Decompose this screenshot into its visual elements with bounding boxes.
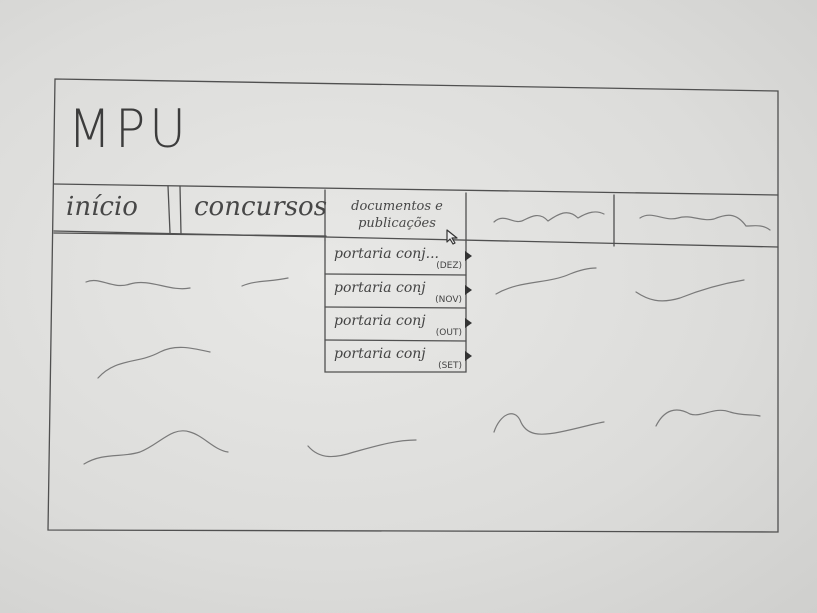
dropdown-item-label: portaria conj xyxy=(334,313,426,329)
dropdown-item-portaria-out[interactable]: portaria conj (OUT) xyxy=(332,309,472,339)
nav-placeholder-squiggle xyxy=(493,211,605,223)
dropdown-item-label: portaria conj... xyxy=(334,246,439,262)
content-squiggle xyxy=(655,409,761,427)
header-divider xyxy=(53,183,779,196)
triangle-right-icon xyxy=(465,285,472,295)
nav-item-inicio[interactable]: início xyxy=(66,194,138,220)
dropdown-divider xyxy=(324,273,467,276)
nav-separator xyxy=(179,185,182,235)
dropdown-item-month: (DEZ) xyxy=(436,261,462,271)
nav-item-documentos-label: documentos e publicações xyxy=(351,199,443,231)
dropdown-divider xyxy=(324,339,467,342)
content-squiggle xyxy=(635,279,745,302)
dropdown-item-portaria-nov[interactable]: portaria conj (NOV) xyxy=(332,276,472,306)
content-squiggle xyxy=(241,277,289,287)
dropdown-item-label: portaria conj xyxy=(334,346,426,362)
content-squiggle xyxy=(97,346,211,379)
nav-placeholder-squiggle xyxy=(639,214,771,231)
content-squiggle xyxy=(493,413,605,435)
content-squiggle xyxy=(85,280,191,290)
dropdown-item-portaria-set[interactable]: portaria conj (SET) xyxy=(332,342,472,372)
triangle-right-icon xyxy=(465,351,472,361)
triangle-right-icon xyxy=(465,251,472,261)
content-squiggle xyxy=(307,439,417,458)
dropdown-item-portaria-dez[interactable]: portaria conj... (DEZ) xyxy=(332,242,472,272)
triangle-right-icon xyxy=(465,318,472,328)
site-logo[interactable]: MPU xyxy=(68,103,190,156)
dropdown-item-label: portaria conj xyxy=(334,280,426,296)
content-squiggle xyxy=(495,267,597,295)
nav-item-concursos[interactable]: concursos xyxy=(194,194,327,220)
dropdown-item-month: (SET) xyxy=(438,361,462,371)
wireframe-sketch xyxy=(47,78,779,533)
content-squiggle xyxy=(83,430,229,465)
dropdown-item-month: (NOV) xyxy=(435,295,462,305)
nav-item-documentos-publicacoes[interactable]: documentos e publicações xyxy=(331,198,463,232)
dropdown-item-month: (OUT) xyxy=(435,328,462,338)
dropdown-divider xyxy=(324,306,467,309)
nav-separator xyxy=(167,185,171,234)
